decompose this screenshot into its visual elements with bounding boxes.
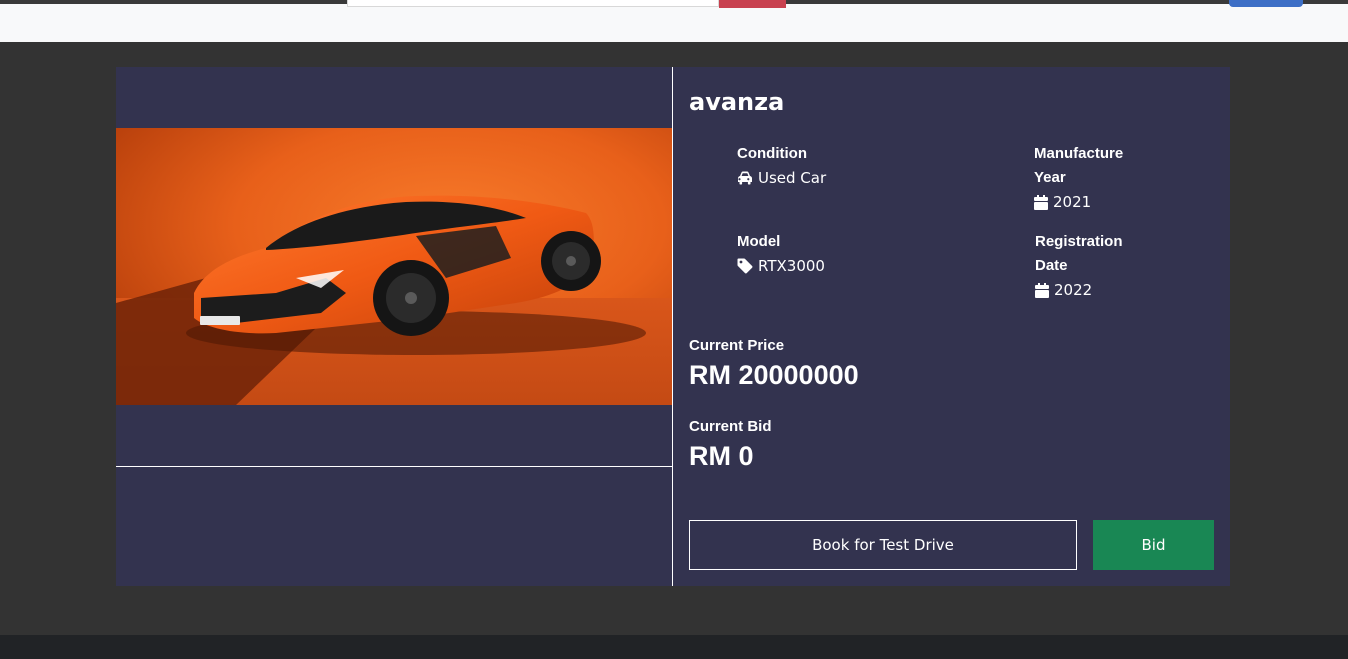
spec-manufacture-year: Manufacture Year 2021 bbox=[1034, 142, 1144, 214]
spec-value: 2022 bbox=[1054, 281, 1093, 299]
bid-button[interactable]: Bid bbox=[1093, 520, 1214, 570]
spec-label: Condition bbox=[737, 145, 807, 162]
spec-registration-date: Registration Date 2022 bbox=[1035, 230, 1145, 302]
divider bbox=[116, 466, 672, 467]
spec-condition: Condition Used Car bbox=[737, 142, 977, 190]
spec-value: 2021 bbox=[1053, 193, 1092, 211]
spec-label: Registration Date bbox=[1035, 233, 1123, 274]
spec-label: Manufacture Year bbox=[1034, 145, 1124, 186]
car-icon bbox=[737, 171, 753, 185]
car-image-panel bbox=[116, 67, 673, 586]
spec-label: Model bbox=[737, 233, 781, 250]
car-image bbox=[116, 128, 672, 405]
search-input[interactable] bbox=[347, 0, 719, 7]
footer bbox=[0, 635, 1348, 659]
current-bid-value: RM 0 bbox=[689, 441, 754, 471]
spec-model: Model RTX3000 bbox=[737, 230, 977, 278]
calendar-icon bbox=[1034, 194, 1048, 210]
car-detail-card: avanza Condition Used Car Manufacture Ye… bbox=[116, 67, 1230, 586]
current-price-label: Current Price bbox=[689, 337, 785, 354]
top-navbar bbox=[0, 0, 1348, 42]
current-bid-label: Current Bid bbox=[689, 418, 772, 435]
book-test-drive-button[interactable]: Book for Test Drive bbox=[689, 520, 1077, 570]
spec-value: Used Car bbox=[758, 169, 827, 187]
navbar-button[interactable] bbox=[1229, 0, 1303, 7]
car-title: avanza bbox=[689, 88, 785, 116]
calendar-icon bbox=[1035, 282, 1049, 298]
car-info-panel: avanza Condition Used Car Manufacture Ye… bbox=[689, 67, 1230, 586]
search-button[interactable] bbox=[719, 0, 786, 8]
tag-icon bbox=[737, 258, 753, 274]
spec-value: RTX3000 bbox=[758, 257, 825, 275]
current-price-value: RM 20000000 bbox=[689, 360, 859, 390]
